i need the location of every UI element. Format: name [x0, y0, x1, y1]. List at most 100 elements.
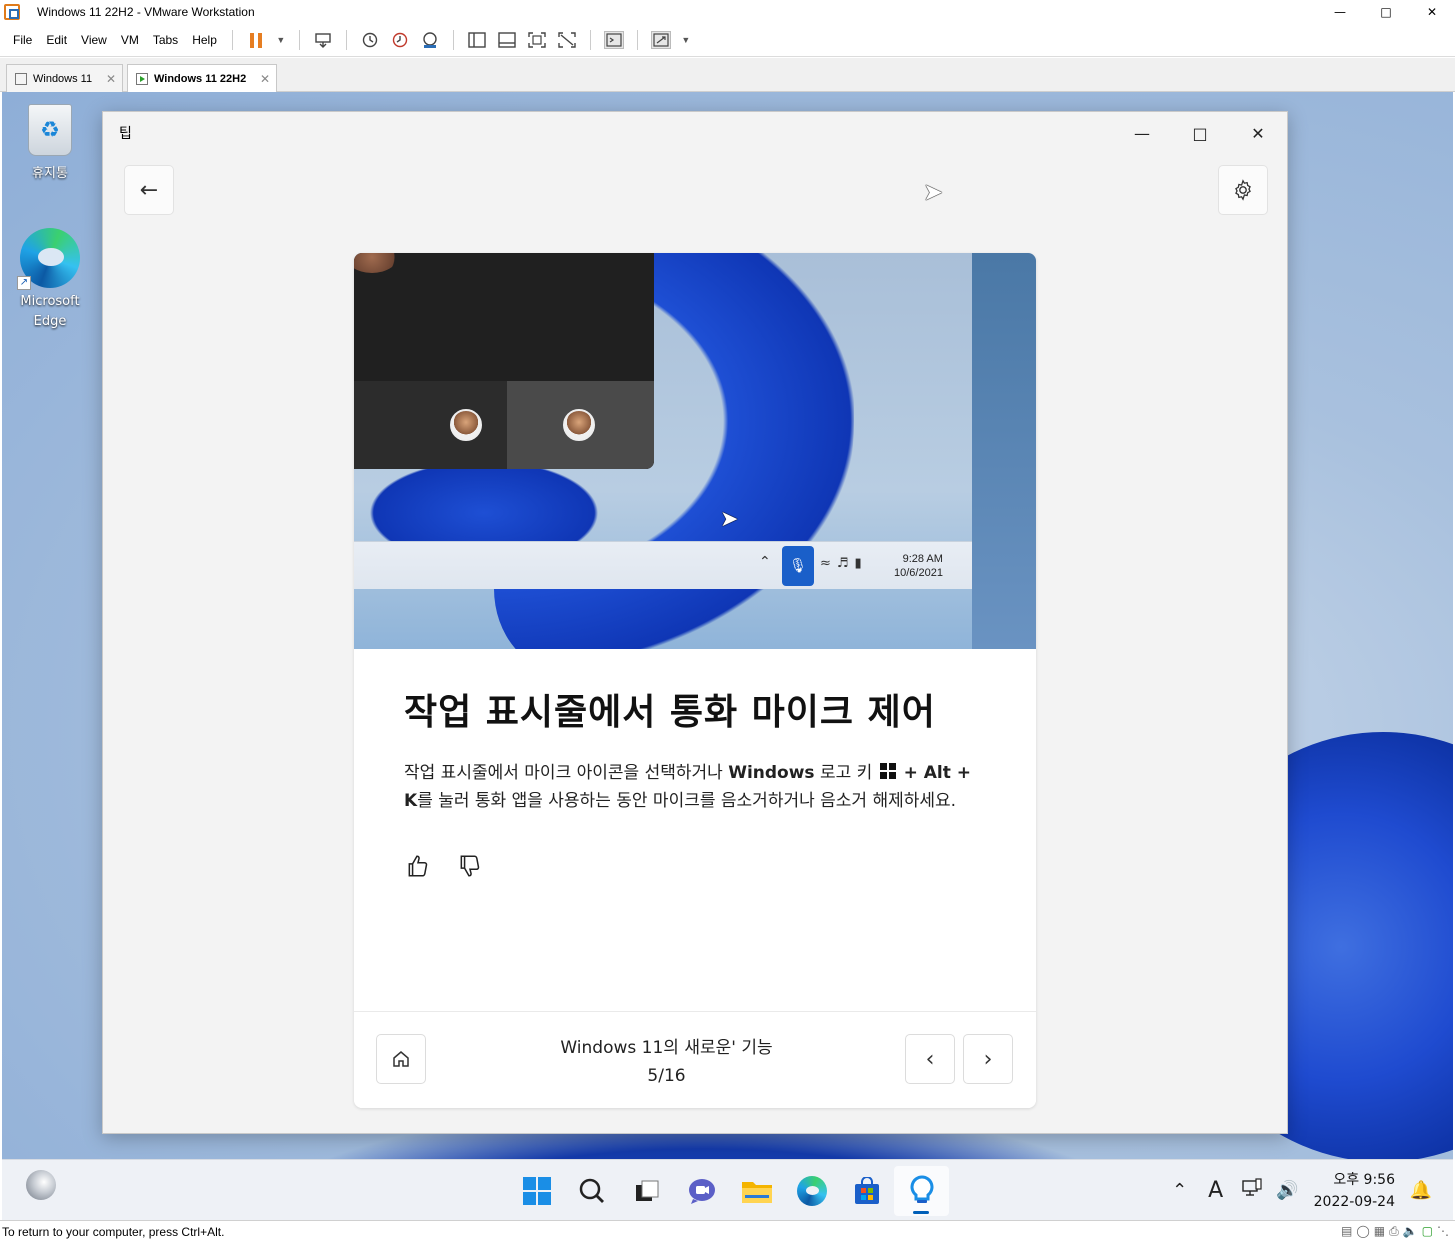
- notification-icon[interactable]: 🔔: [1407, 1180, 1435, 1201]
- windows-logo-icon: [522, 1177, 551, 1205]
- vm-tab-icon: [15, 72, 27, 85]
- unity-icon[interactable]: [557, 31, 577, 49]
- widgets-icon[interactable]: [26, 1170, 56, 1200]
- start-button[interactable]: [509, 1166, 564, 1216]
- menu-help[interactable]: Help: [185, 33, 224, 47]
- taskbar-apps: [509, 1166, 949, 1216]
- tab-windows-11-22h2[interactable]: Windows 11 22H2 ✕: [127, 64, 277, 92]
- cd-rom-icon[interactable]: ◯: [1356, 1224, 1369, 1239]
- home-button[interactable]: [376, 1034, 426, 1084]
- menu-view[interactable]: View: [74, 33, 114, 47]
- back-button[interactable]: ←: [124, 165, 174, 215]
- desktop-icon-edge[interactable]: ↗ Microsoft Edge: [13, 228, 87, 332]
- shortcut-arrow-icon: ↗: [17, 276, 31, 290]
- vmware-titlebar: Windows 11 22H2 - VMware Workstation — □…: [0, 0, 1455, 24]
- clock-time: 오후 9:56: [1333, 1171, 1395, 1188]
- stretch-guest-icon[interactable]: [650, 31, 671, 49]
- folder-icon: [741, 1182, 772, 1203]
- desc-text: 를 눌러 통화 앱을 사용하는 동안 마이크를 음소거하거나 음소거 해제하세요…: [417, 791, 957, 811]
- hard-disk-icon[interactable]: ▤: [1341, 1224, 1352, 1239]
- call-window-illustration: [354, 253, 654, 469]
- dropdown-arrow-icon[interactable]: ▼: [681, 31, 691, 49]
- file-explorer-button[interactable]: [729, 1166, 784, 1216]
- message-icon[interactable]: ▢: [1422, 1224, 1433, 1239]
- tip-description: 작업 표시줄에서 마이크 아이콘을 선택하거나 Windows 로고 키 + A…: [404, 759, 989, 815]
- mouse-cursor-icon: ➤: [923, 178, 944, 206]
- menu-edit[interactable]: Edit: [39, 33, 74, 47]
- taskbar-illustration: ⌃ 🎙 ≈♬▮ 9:28 AM 10/6/2021: [354, 541, 972, 589]
- dropdown-arrow-icon[interactable]: ▼: [276, 31, 286, 49]
- chat-button[interactable]: [674, 1166, 729, 1216]
- close-tab-icon[interactable]: ✕: [260, 72, 270, 86]
- search-button[interactable]: [564, 1166, 619, 1216]
- windows-taskbar: ⌃ A 🔊 오후 9:56 2022-09-24 🔔: [2, 1159, 1453, 1220]
- resize-grip-icon: ⋱: [1437, 1224, 1449, 1238]
- tips-close-button[interactable]: ✕: [1229, 112, 1287, 154]
- tips-window-title: 팁: [119, 126, 132, 142]
- volume-icon[interactable]: 🔊: [1270, 1180, 1306, 1201]
- close-tab-icon[interactable]: ✕: [106, 72, 116, 86]
- network-icon[interactable]: [1234, 1178, 1270, 1203]
- running-vm-icon: [136, 72, 148, 85]
- chat-icon: [688, 1179, 715, 1204]
- desktop-icon-label: 휴지통: [32, 166, 68, 181]
- desktop-icon-recycle-bin[interactable]: ♻ 휴지통: [13, 104, 87, 181]
- desc-text: 로고 키: [814, 763, 878, 783]
- snapshot-icon[interactable]: [360, 31, 380, 49]
- task-view-button[interactable]: [619, 1166, 674, 1216]
- full-screen-icon[interactable]: [527, 31, 547, 49]
- system-tray: ⌃ A 🔊 오후 9:56 2022-09-24 🔔: [1162, 1160, 1453, 1221]
- maximize-button[interactable]: □: [1363, 0, 1409, 24]
- tray-icons: ≈♬▮: [820, 556, 868, 571]
- tips-app-window: 팁 — □ ✕ ← ➤ ➤ ⌃ 🎙 ≈♬▮ 9:28 AM 10/6/2021 …: [102, 111, 1288, 1134]
- tips-button[interactable]: [894, 1166, 949, 1216]
- tip-content: 작업 표시줄에서 통화 마이크 제어 작업 표시줄에서 마이크 아이콘을 선택하…: [404, 683, 989, 885]
- close-button[interactable]: ✕: [1409, 0, 1455, 24]
- show-library-icon[interactable]: [467, 31, 487, 49]
- tab-label: Windows 11 22H2: [154, 72, 247, 85]
- windows-logo-icon: [879, 763, 896, 779]
- mouse-cursor-icon: ➤: [720, 507, 739, 532]
- avatar: [563, 409, 595, 441]
- vmware-menubar: File Edit View VM Tabs Help ▼ ▼: [0, 24, 1455, 57]
- menu-file[interactable]: File: [6, 33, 39, 47]
- settings-button[interactable]: [1218, 165, 1268, 215]
- clock-date: 2022-09-24: [1313, 1193, 1395, 1210]
- pause-icon[interactable]: [246, 31, 266, 49]
- tips-lightbulb-icon: [910, 1175, 933, 1203]
- chevron-up-icon[interactable]: ⌃: [1162, 1180, 1198, 1201]
- edge-button[interactable]: [784, 1166, 839, 1216]
- menu-vm[interactable]: VM: [114, 33, 146, 47]
- desktop-icon-label: Microsoft Edge: [20, 294, 80, 329]
- avatar: [450, 409, 482, 441]
- previous-tip-button[interactable]: ‹: [905, 1034, 955, 1084]
- tips-maximize-button[interactable]: □: [1171, 112, 1229, 154]
- ime-indicator[interactable]: A: [1198, 1178, 1234, 1203]
- minimize-button[interactable]: —: [1317, 0, 1363, 24]
- thumbs-down-icon[interactable]: [456, 853, 484, 885]
- send-ctrl-alt-del-icon[interactable]: [313, 31, 333, 49]
- revert-snapshot-icon[interactable]: [390, 31, 410, 49]
- taskbar-clock[interactable]: 오후 9:56 2022-09-24: [1314, 1169, 1395, 1213]
- store-button[interactable]: [839, 1166, 894, 1216]
- home-icon: [393, 1051, 409, 1067]
- console-view-icon[interactable]: [603, 31, 624, 49]
- tips-minimize-button[interactable]: —: [1113, 112, 1171, 154]
- desc-bold: Windows: [728, 763, 815, 783]
- microphone-icon: 🎙: [782, 546, 814, 586]
- snapshot-manager-icon[interactable]: [420, 31, 440, 49]
- thumbs-up-icon[interactable]: [404, 853, 432, 885]
- tab-windows-11[interactable]: Windows 11 ✕: [6, 64, 123, 92]
- feedback-row: [404, 853, 989, 885]
- avatar: [354, 253, 400, 273]
- thumbnail-bar-icon[interactable]: [497, 31, 517, 49]
- next-tip-button[interactable]: ›: [963, 1034, 1013, 1084]
- menu-tabs[interactable]: Tabs: [146, 33, 185, 47]
- sound-card-icon[interactable]: 🔈: [1403, 1224, 1418, 1239]
- printer-icon[interactable]: ⎙: [1389, 1224, 1399, 1239]
- illustration-time: 9:28 AM: [902, 553, 943, 565]
- illustration-date: 10/6/2021: [894, 567, 943, 579]
- network-adapter-icon[interactable]: ▦: [1374, 1224, 1385, 1239]
- collection-title: Windows 11의 새로운' 기능: [560, 1038, 773, 1058]
- illustration-clock: 9:28 AM 10/6/2021: [894, 552, 943, 580]
